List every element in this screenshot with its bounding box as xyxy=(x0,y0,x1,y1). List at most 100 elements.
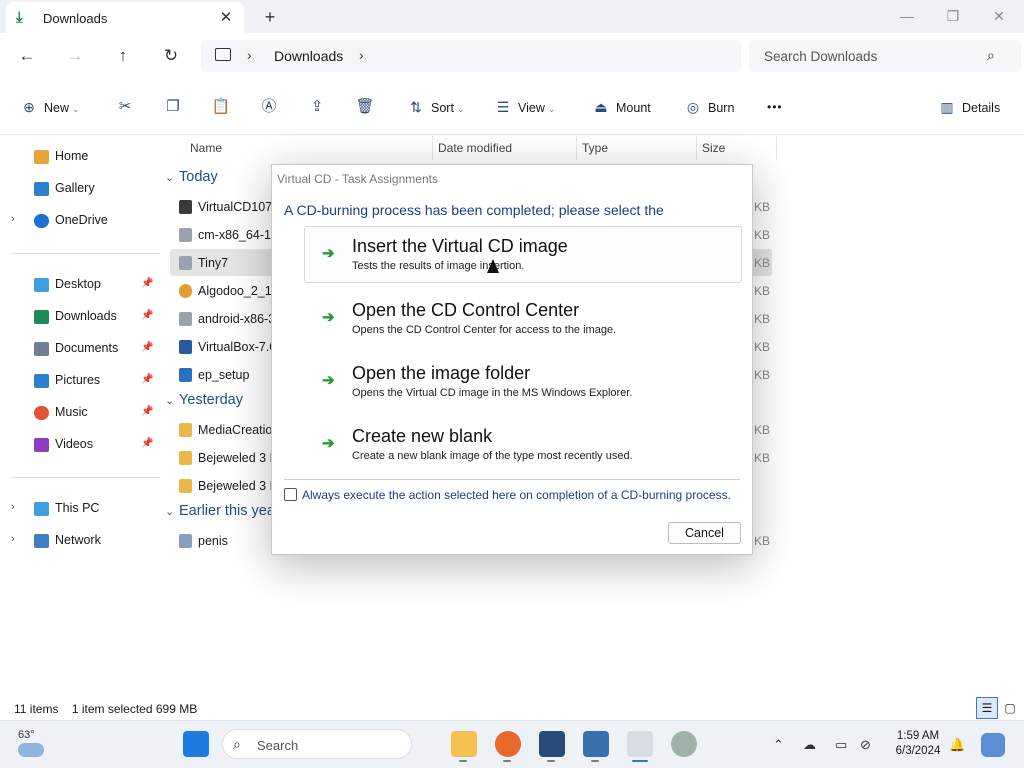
sidebar-item-desktop[interactable]: Desktop 📌 xyxy=(0,271,160,299)
search-input[interactable]: Search Downloads xyxy=(764,49,877,64)
sidebar-item-label: OneDrive xyxy=(55,213,108,227)
file-row[interactable]: Bejeweled 3 PI xyxy=(170,472,281,500)
sidebar-item-this-pc[interactable]: › This PC xyxy=(0,495,160,523)
paste-button[interactable]: 📋 xyxy=(210,96,232,118)
chevron-up-icon[interactable]: ⌃ xyxy=(773,737,784,753)
always-execute-label[interactable]: Always execute the action selected here … xyxy=(302,488,731,502)
share-button[interactable]: ⇪ xyxy=(306,96,328,118)
file-row[interactable]: VirtualCD1070 xyxy=(170,193,279,221)
display-icon[interactable]: ▭ xyxy=(835,737,847,753)
maximize-button[interactable]: ❐ xyxy=(930,4,976,28)
group-header-earlier[interactable]: ⌄ Earlier this yea xyxy=(165,503,275,525)
column-header-type[interactable]: Type xyxy=(582,141,608,155)
weather-widget[interactable]: 63° xyxy=(18,729,44,757)
cancel-button[interactable]: Cancel xyxy=(668,522,741,544)
expand-chevron-icon[interactable]: › xyxy=(11,533,15,545)
file-row[interactable]: MediaCreation xyxy=(170,416,279,444)
back-button[interactable]: ← xyxy=(12,41,42,71)
details-view-button[interactable]: ☰ xyxy=(976,697,998,719)
virtualbox-icon[interactable] xyxy=(539,731,565,757)
search-box[interactable]: Search Downloads ⌕ xyxy=(749,40,1021,72)
network-icon[interactable]: ⊘ xyxy=(860,737,871,753)
sidebar-divider xyxy=(12,477,160,478)
file-row[interactable]: Bejeweled 3 PI xyxy=(170,444,281,472)
details-button[interactable]: ▥ Details xyxy=(938,96,1000,118)
file-row[interactable]: Tiny7 xyxy=(170,249,275,277)
sidebar-item-downloads[interactable]: Downloads 📌 xyxy=(0,303,160,331)
file-name: VirtualBox-7.0 xyxy=(198,340,277,354)
tab-downloads[interactable]: ⤓ Downloads ✕ xyxy=(6,2,244,33)
column-divider[interactable] xyxy=(776,136,777,160)
delete-button[interactable]: 🗑 xyxy=(354,96,376,118)
breadcrumb-chevron-icon[interactable]: › xyxy=(359,47,364,63)
mount-button[interactable]: ⏏ Mount xyxy=(592,96,650,118)
file-row[interactable]: VirtualBox-7.0 xyxy=(170,333,277,361)
sidebar-item-gallery[interactable]: Gallery xyxy=(0,175,160,203)
virtual-cd-icon[interactable] xyxy=(627,731,653,757)
clock[interactable]: 1:59 AM 6/3/2024 xyxy=(888,729,948,759)
sidebar-item-onedrive[interactable]: › OneDrive xyxy=(0,207,160,235)
new-tab-button[interactable]: + xyxy=(258,6,282,28)
sidebar-item-home[interactable]: Home xyxy=(0,143,160,171)
burn-button[interactable]: ◎ Burn xyxy=(684,96,735,118)
file-row[interactable]: cm-x86_64-14 xyxy=(170,221,278,249)
close-tab-button[interactable]: ✕ xyxy=(216,8,236,28)
download-icon: ⤓ xyxy=(16,9,23,26)
file-row[interactable]: android-x86-3 xyxy=(170,305,275,333)
forward-button[interactable]: → xyxy=(60,41,90,71)
group-header-yesterday[interactable]: ⌄ Yesterday xyxy=(165,392,243,414)
new-button[interactable]: ⊕ New ⌄ xyxy=(20,96,79,118)
sidebar-item-pictures[interactable]: Pictures 📌 xyxy=(0,367,160,395)
sidebar-item-network[interactable]: › Network xyxy=(0,527,160,555)
view-button[interactable]: ☰ View ⌄ xyxy=(494,96,556,118)
breadcrumb-downloads[interactable]: Downloads xyxy=(274,48,343,64)
open-image-folder-action[interactable]: ➔ Open the image folder Opens the Virtua… xyxy=(304,353,742,410)
copy-button[interactable]: ❐ xyxy=(162,96,184,118)
breadcrumb-chevron-icon[interactable]: › xyxy=(247,47,252,63)
cloud-icon xyxy=(34,214,49,228)
globe-icon[interactable] xyxy=(671,731,697,757)
tiles-view-button[interactable]: ▢ xyxy=(1001,699,1019,717)
file-name: Algodoo_2_1_ xyxy=(198,284,279,298)
taskbar-search[interactable]: ⌕ Search xyxy=(222,729,412,759)
insert-image-action[interactable]: ➔ Insert the Virtual CD image Tests the … xyxy=(304,226,742,283)
group-header-today[interactable]: ⌄ Today xyxy=(165,169,218,191)
pin-icon: 📌 xyxy=(141,438,154,449)
column-divider[interactable] xyxy=(432,136,433,160)
expand-chevron-icon[interactable]: › xyxy=(11,501,15,513)
firefox-icon[interactable] xyxy=(495,731,521,757)
up-button[interactable]: ↑ xyxy=(108,41,138,71)
start-button[interactable] xyxy=(183,731,209,757)
minimize-button[interactable]: — xyxy=(884,4,930,28)
file-row[interactable]: ep_setup xyxy=(170,361,275,389)
file-explorer-icon[interactable] xyxy=(451,731,477,757)
always-execute-checkbox[interactable] xyxy=(284,488,297,501)
more-button[interactable]: ••• xyxy=(767,96,783,118)
expand-chevron-icon[interactable]: › xyxy=(11,213,15,225)
column-divider[interactable] xyxy=(696,136,697,160)
details-pane-icon: ▥ xyxy=(940,99,954,115)
sort-button[interactable]: ⇅ Sort ⌄ xyxy=(407,96,464,118)
onedrive-icon[interactable]: ☁ xyxy=(803,737,816,753)
column-divider[interactable] xyxy=(576,136,577,160)
rename-button[interactable]: Ⓐ xyxy=(258,96,280,118)
column-header-date-modified[interactable]: Date modified xyxy=(438,141,512,155)
file-name: Tiny7 xyxy=(198,256,229,270)
sidebar-item-documents[interactable]: Documents 📌 xyxy=(0,335,160,363)
close-window-button[interactable]: ✕ xyxy=(976,4,1022,28)
column-header-name[interactable]: Name xyxy=(190,141,222,155)
column-header-size[interactable]: Size xyxy=(702,141,725,155)
disc-image-icon xyxy=(179,228,192,242)
address-bar[interactable]: › Downloads › xyxy=(201,40,741,72)
bell-icon[interactable]: 🔔 xyxy=(949,737,965,753)
copilot-icon[interactable] xyxy=(981,733,1005,757)
app-icon[interactable] xyxy=(583,731,609,757)
create-new-blank-action[interactable]: ➔ Create new blank Create a new blank im… xyxy=(304,416,742,473)
sidebar-item-videos[interactable]: Videos 📌 xyxy=(0,431,160,459)
cut-button[interactable]: ✂ xyxy=(114,96,136,118)
open-control-center-action[interactable]: ➔ Open the CD Control Center Opens the C… xyxy=(304,290,742,347)
sidebar-item-music[interactable]: Music 📌 xyxy=(0,399,160,427)
file-row[interactable]: Algodoo_2_1_ xyxy=(170,277,279,305)
refresh-button[interactable]: ↻ xyxy=(156,41,186,71)
file-row[interactable]: penis xyxy=(170,527,275,555)
